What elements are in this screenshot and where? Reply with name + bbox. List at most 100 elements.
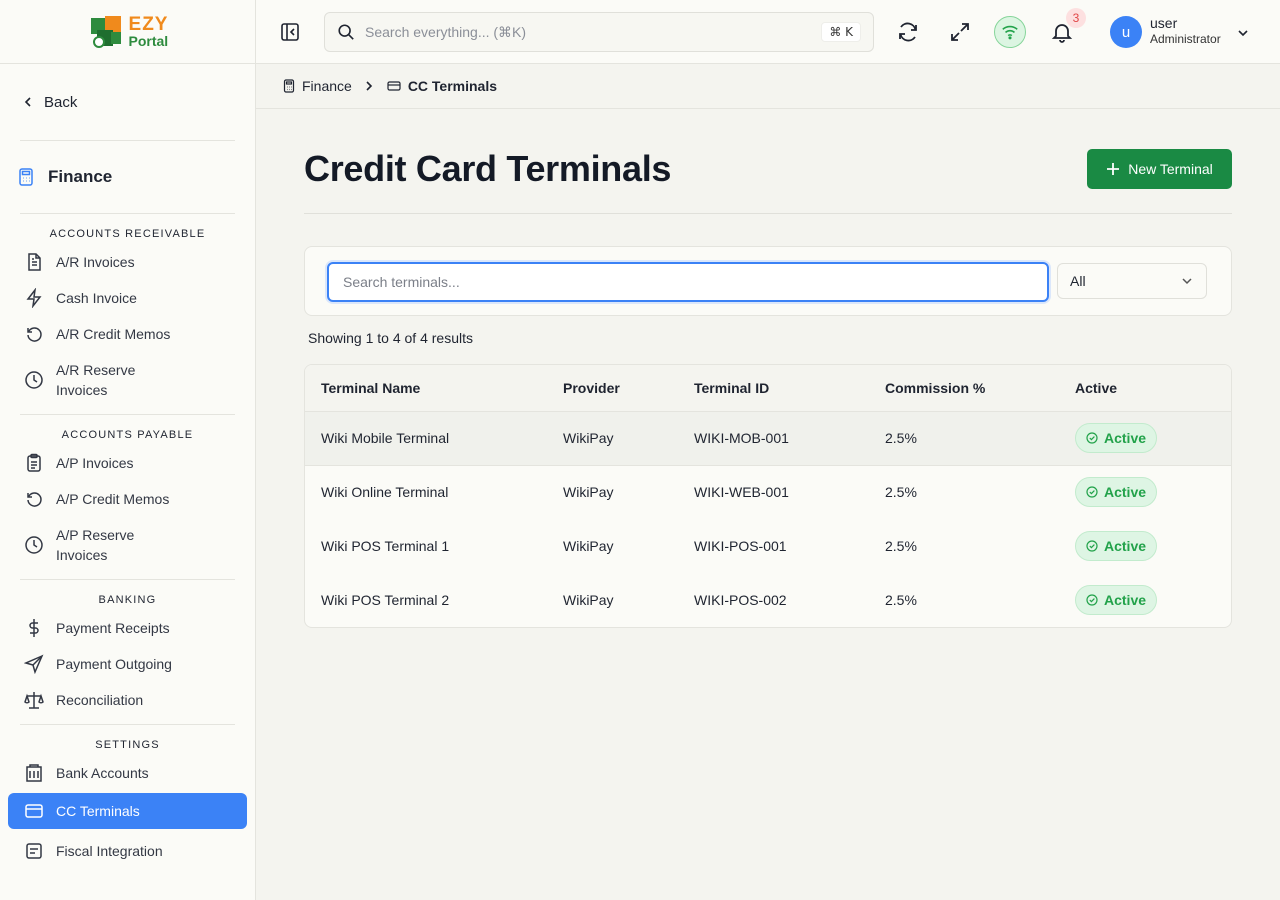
receipt-icon [26, 843, 42, 859]
chevron-down-icon[interactable] [1236, 26, 1250, 40]
sidebar-item-label: A/R Reserve Invoices [56, 362, 136, 398]
sidebar-item-fiscal-integration[interactable]: Fiscal Integration [0, 833, 255, 869]
user-name: user [1150, 15, 1178, 31]
divider [304, 213, 1232, 214]
column-header-terminal-name[interactable]: Terminal Name [305, 365, 547, 412]
status-filter-select[interactable]: All [1057, 263, 1207, 299]
user-role: Administrator [1150, 31, 1221, 46]
group-title-banking: BANKING [98, 594, 157, 606]
logo-area: EZY Portal [0, 0, 255, 64]
chevron-left-icon [24, 97, 31, 107]
sidebar-section-finance[interactable]: Finance [0, 141, 255, 213]
cell-provider: WikiPay [563, 484, 614, 501]
status-badge-label: Active [1104, 430, 1147, 446]
sidebar-item-reconciliation[interactable]: Reconciliation [0, 682, 255, 718]
column-header-provider[interactable]: Provider [547, 365, 678, 412]
sidebar-item-label: Bank Accounts [56, 765, 149, 781]
filter-card: Search terminals... All [304, 246, 1232, 316]
cell-active: Active [1059, 573, 1231, 627]
status-badge: Active [1075, 477, 1158, 508]
refresh-icon[interactable] [896, 20, 920, 44]
sidebar-item-ap-reserve-invoices[interactable]: A/P Reserve Invoices [0, 517, 255, 573]
cell-active: Active [1059, 519, 1231, 573]
avatar[interactable]: u [1110, 16, 1142, 48]
sidebar-item-ap-credit-memos[interactable]: A/P Credit Memos [0, 481, 255, 517]
rotate-ccw-icon [27, 492, 42, 507]
terminal-search-input[interactable]: Search terminals... [327, 262, 1049, 302]
group-title-settings: SETTINGS [95, 739, 160, 751]
status-badge: Active [1075, 585, 1158, 615]
clock-icon [25, 371, 43, 389]
scale-icon [24, 692, 44, 709]
sidebar-item-cc-terminals[interactable]: CC Terminals [8, 793, 247, 829]
back-label: Back [44, 93, 78, 111]
sidebar-item-label: Fiscal Integration [56, 843, 163, 859]
sidebar-item-ar-credit-memos[interactable]: A/R Credit Memos [0, 316, 255, 352]
calculator-icon [19, 168, 33, 186]
sidebar-item-label: A/P Reserve Invoices [56, 527, 135, 563]
cell-terminal-name: Wiki Mobile Terminal [305, 411, 547, 466]
document-icon [28, 253, 41, 271]
page-title: Credit Card Terminals [304, 148, 672, 189]
sidebar-item-bank-accounts[interactable]: Bank Accounts [0, 755, 255, 791]
bank-icon [26, 764, 42, 782]
cell-terminal-name: Wiki Online Terminal [321, 484, 449, 501]
global-search[interactable]: Search everything... (⌘K) ⌘ K [324, 12, 874, 52]
sidebar-item-label: A/P Credit Memos [56, 491, 170, 507]
cell-terminal-name: Wiki POS Terminal 2 [321, 592, 450, 608]
cell-commission: 2.5% [869, 411, 1059, 466]
logo[interactable]: EZY Portal [87, 12, 169, 52]
logo-line1: EZY [128, 14, 169, 35]
chevron-right-icon [366, 81, 372, 91]
status-badge-label: Active [1104, 592, 1147, 608]
sidebar-item-label: Reconciliation [56, 692, 144, 708]
status-badge: Active [1075, 423, 1158, 453]
sidebar-item-payment-outgoing[interactable]: Payment Outgoing [0, 646, 255, 682]
new-terminal-button[interactable]: New Terminal [1087, 149, 1232, 189]
clock-icon [25, 536, 43, 554]
cell-provider: WikiPay [547, 411, 678, 466]
dollar-icon [29, 619, 39, 637]
back-link[interactable]: Back [0, 64, 255, 140]
breadcrumb: Finance CC Terminals [256, 64, 1280, 109]
check-circle-icon [1086, 540, 1098, 552]
table-header-row: Terminal Name Provider Terminal ID Commi… [305, 365, 1231, 412]
sidebar-item-label: Payment Outgoing [56, 656, 172, 672]
group-title-accounts-receivable: ACCOUNTS RECEIVABLE [49, 228, 206, 240]
plus-icon [1107, 163, 1120, 175]
status-badge-label: Active [1104, 538, 1147, 554]
expand-icon[interactable] [948, 20, 972, 44]
status-filter-value: All [1070, 273, 1086, 289]
sidebar-item-label: Cash Invoice [56, 290, 137, 306]
sidebar-item-ap-invoices[interactable]: A/P Invoices [0, 445, 255, 481]
table-row[interactable]: Wiki POS Terminal 2 WikiPay WIKI-POS-002… [305, 573, 1231, 627]
check-circle-icon [1086, 432, 1098, 444]
wifi-icon [1002, 25, 1018, 40]
sidebar-toggle-icon[interactable] [280, 22, 300, 42]
column-header-terminal-id[interactable]: Terminal ID [678, 365, 869, 412]
breadcrumb-finance[interactable]: Finance [302, 78, 352, 94]
sidebar: EZY Portal Back Finance ACCOUNTS RECEIVA… [0, 0, 256, 900]
table-row[interactable]: Wiki Online Terminal WikiPay WIKI-WEB-00… [305, 465, 1231, 519]
check-circle-icon [1086, 594, 1098, 606]
table-row[interactable]: Wiki Mobile Terminal WikiPay WIKI-MOB-00… [305, 411, 1231, 466]
column-header-commission[interactable]: Commission % [869, 365, 1059, 412]
cell-provider: WikiPay [563, 538, 614, 554]
credit-card-icon [387, 81, 401, 91]
search-icon [338, 24, 354, 40]
logo-icon [90, 15, 121, 48]
user-info[interactable]: user Administrator [1150, 15, 1221, 46]
sidebar-item-ar-invoices[interactable]: A/R Invoices [0, 244, 255, 280]
sidebar-item-label: A/R Invoices [56, 254, 135, 270]
column-header-active[interactable]: Active [1059, 365, 1231, 412]
send-icon [24, 654, 44, 674]
sidebar-item-payment-receipts[interactable]: Payment Receipts [0, 610, 255, 646]
status-badge: Active [1075, 531, 1158, 561]
terminals-table: Terminal Name Provider Terminal ID Commi… [304, 364, 1232, 628]
sidebar-item-cash-invoice[interactable]: Cash Invoice [0, 280, 255, 316]
table-row[interactable]: Wiki POS Terminal 1 WikiPay WIKI-POS-001… [305, 519, 1231, 573]
connection-status-button[interactable] [994, 16, 1026, 48]
rotate-ccw-icon [27, 327, 42, 342]
clipboard-icon [27, 453, 41, 472]
sidebar-item-ar-reserve-invoices[interactable]: A/R Reserve Invoices [0, 352, 255, 408]
